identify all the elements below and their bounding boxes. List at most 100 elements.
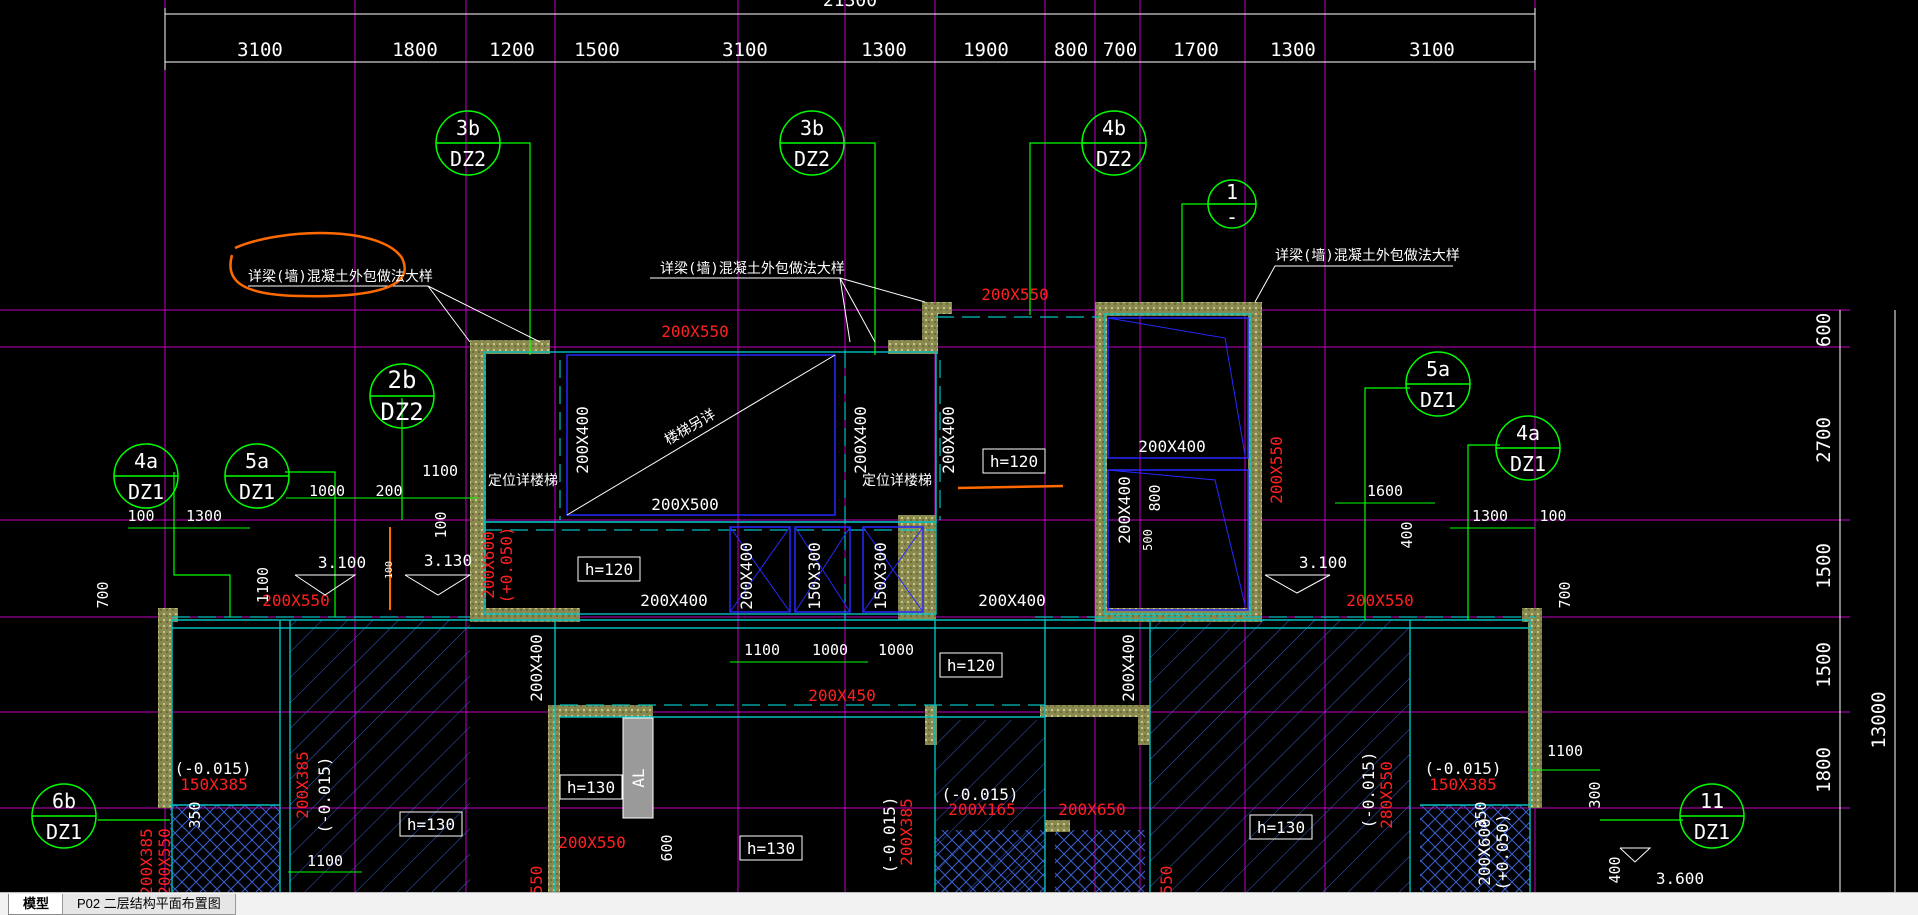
right-dim-total: 13000: [1868, 691, 1890, 748]
top-dim-8: 800: [1054, 39, 1088, 61]
sdim-20: 1100: [307, 852, 343, 870]
top-dim-1: 3100: [237, 39, 283, 61]
level-1: 3.100: [318, 553, 366, 572]
sdim-8: 700: [94, 581, 112, 608]
top-dim-2: 1800: [392, 39, 438, 61]
beam-w7: 200X400: [737, 542, 756, 609]
top-dim-3: 1200: [489, 39, 535, 61]
tag-2-bottom: DZ2: [794, 147, 830, 171]
elev-6: (-0.015): [1424, 759, 1501, 778]
sdim-14: 100: [1539, 507, 1566, 525]
tag-4-bottom: DZ2: [380, 398, 423, 426]
tag-7-bottom: DZ1: [1420, 388, 1456, 412]
sdim-3: 200: [375, 482, 402, 500]
beam-r16: 280X550: [1377, 761, 1396, 828]
right-dim-3: 1500: [1813, 543, 1835, 589]
sdim-11: 1600: [1367, 482, 1403, 500]
sdim-6: 100: [432, 511, 450, 538]
top-dim-11: 1300: [1270, 39, 1316, 61]
beam-r3: 200X550: [262, 591, 329, 610]
beam-w12: 200X400: [527, 634, 546, 701]
top-dim-6: 1300: [861, 39, 907, 61]
note-mid: 详梁(墙)混凝土外包做法大样: [660, 261, 845, 277]
elev-2: (-0.015): [315, 756, 334, 833]
beam-r13: 200X550: [558, 833, 625, 852]
sdim-19: 350: [186, 801, 204, 828]
elev-4: (-0.015): [880, 796, 899, 873]
sdim-7: 1100: [254, 567, 272, 603]
stair-note-1: 定位详楼梯: [488, 473, 558, 489]
slab-label-2: h=120: [585, 560, 633, 579]
beam-r12: 200X650: [1058, 800, 1125, 819]
detail-tag-top: 1: [1226, 180, 1238, 204]
beam-r4: 200X550: [1346, 591, 1413, 610]
beam-w2: 200X400: [851, 406, 870, 473]
detail-tag-bottom: -: [1226, 205, 1238, 229]
electrical-panel: [622, 717, 654, 819]
beam-w3: 200X400: [939, 406, 958, 473]
slab-hatch-regions: [170, 620, 1530, 892]
tag-3-bottom: DZ2: [1096, 147, 1132, 171]
tag-9-bottom: DZ1: [46, 820, 82, 844]
right-dimension-labels: 600 2700 1500 1500 1800 13000: [1813, 313, 1890, 793]
top-dim-12: 3100: [1409, 39, 1455, 61]
tag-1-top: 3b: [456, 116, 480, 140]
cad-drawing-canvas[interactable]: 21300 3100 1800 1200 1500 3100 1300 1900…: [0, 0, 1918, 892]
markup-ellipse: [229, 231, 406, 298]
tab-layout-p02[interactable]: P02 二层结构平面布置图: [62, 894, 236, 915]
sdim-16: 1100: [744, 641, 780, 659]
beam-r5: 200X550: [1267, 436, 1286, 503]
beam-w8: 150X300: [805, 542, 824, 609]
sdim-17: 1000: [812, 641, 848, 659]
tag-4-top: 2b: [388, 366, 417, 394]
stair-diagonal: [566, 354, 836, 516]
sdim-26: 500: [1141, 529, 1155, 551]
beam-r8: (+0.050): [497, 526, 516, 603]
slab-label-1: h=120: [990, 452, 1038, 471]
slab-label-6: h=130: [747, 839, 795, 858]
tag-5-bottom: DZ1: [128, 480, 164, 504]
slab-label-3: h=120: [947, 656, 995, 675]
top-dimension-labels: 3100 1800 1200 1500 3100 1300 1900 800 7…: [237, 39, 1455, 61]
sdim-4: 100: [127, 507, 154, 525]
layout-tab-bar: 模型 P02 二层结构平面布置图: [0, 892, 1918, 915]
beam-w6: 200X400: [978, 591, 1045, 610]
beam-r10: 200X385: [293, 751, 312, 818]
level-2: 3.130: [424, 551, 472, 570]
slab-label-4: h=130: [567, 778, 615, 797]
beam-w1: 200X400: [573, 406, 592, 473]
beam-r19: 550: [527, 866, 546, 892]
note-left: 详梁(墙)混凝土外包做法大样: [248, 269, 433, 285]
tag-8-top: 4a: [1516, 421, 1540, 445]
tab-model[interactable]: 模型: [8, 894, 65, 915]
tag-10-bottom: DZ1: [1694, 820, 1730, 844]
level-3: 3.100: [1299, 553, 1347, 572]
beam-r6: 200X450: [808, 686, 875, 705]
beam-r1: 200X550: [661, 322, 728, 341]
top-dimension-chain: [164, 8, 1536, 70]
beam-w5: 200X400: [640, 591, 707, 610]
beam-r2: 200X550: [981, 285, 1048, 304]
sdim-25: 400: [1606, 856, 1624, 883]
right-dimension-chain: [1839, 310, 1896, 892]
tag-1-bottom: DZ2: [450, 147, 486, 171]
sdim-10: 800: [1146, 484, 1164, 511]
sdim-21: 600: [658, 834, 676, 861]
tag-2-top: 3b: [800, 116, 824, 140]
tag-6-bottom: DZ1: [239, 480, 275, 504]
elev-3: (-0.015): [941, 785, 1018, 804]
sdim-9: 100: [384, 561, 395, 579]
right-dim-5: 1800: [1813, 747, 1835, 793]
sdim-23: 300: [1586, 781, 1604, 808]
top-dim-10: 1700: [1173, 39, 1219, 61]
tag-6-top: 5a: [245, 449, 269, 473]
stair-note-diag: 楼梯另详: [662, 407, 718, 449]
slab-label-5: h=130: [407, 815, 455, 834]
sdim-1: 1100: [422, 462, 458, 480]
sdim-12: 400: [1398, 521, 1416, 548]
top-dimension-total: 21300: [823, 0, 877, 11]
note-right: 详梁(墙)混凝土外包做法大样: [1275, 248, 1460, 264]
beam-r7: 200X600: [479, 531, 498, 598]
beam-w15: (+0.050): [1493, 813, 1512, 890]
right-dim-1: 600: [1813, 313, 1835, 347]
